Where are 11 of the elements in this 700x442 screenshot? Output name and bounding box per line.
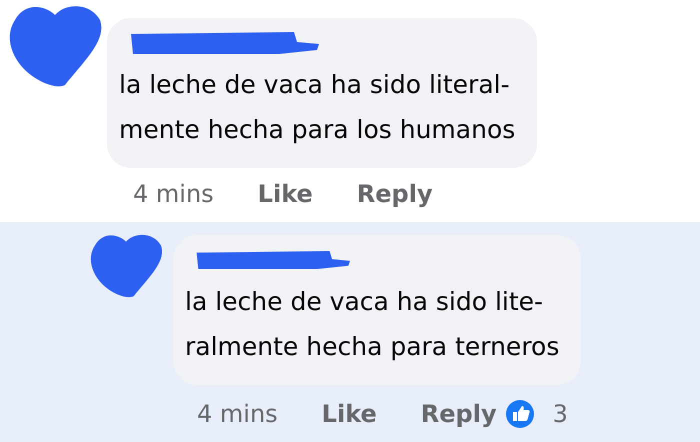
redaction-scribble-icon [129, 30, 319, 56]
reaction-count: 3 [552, 400, 568, 428]
reply-link[interactable]: Reply [356, 180, 433, 208]
like-link[interactable]: Like [258, 180, 313, 208]
like-reaction-icon [504, 399, 535, 429]
timestamp: 4 mins [197, 400, 278, 428]
reply-link[interactable]: Reply [420, 400, 497, 428]
timestamp: 4 mins [133, 180, 214, 208]
like-link[interactable]: Like [322, 400, 377, 428]
comment-text: la leche de vaca ha sido lite- ralmente hecha para terneros [185, 286, 560, 363]
comment-text: la leche de vaca ha sido literal- mente hecha para los humanos [119, 69, 516, 146]
